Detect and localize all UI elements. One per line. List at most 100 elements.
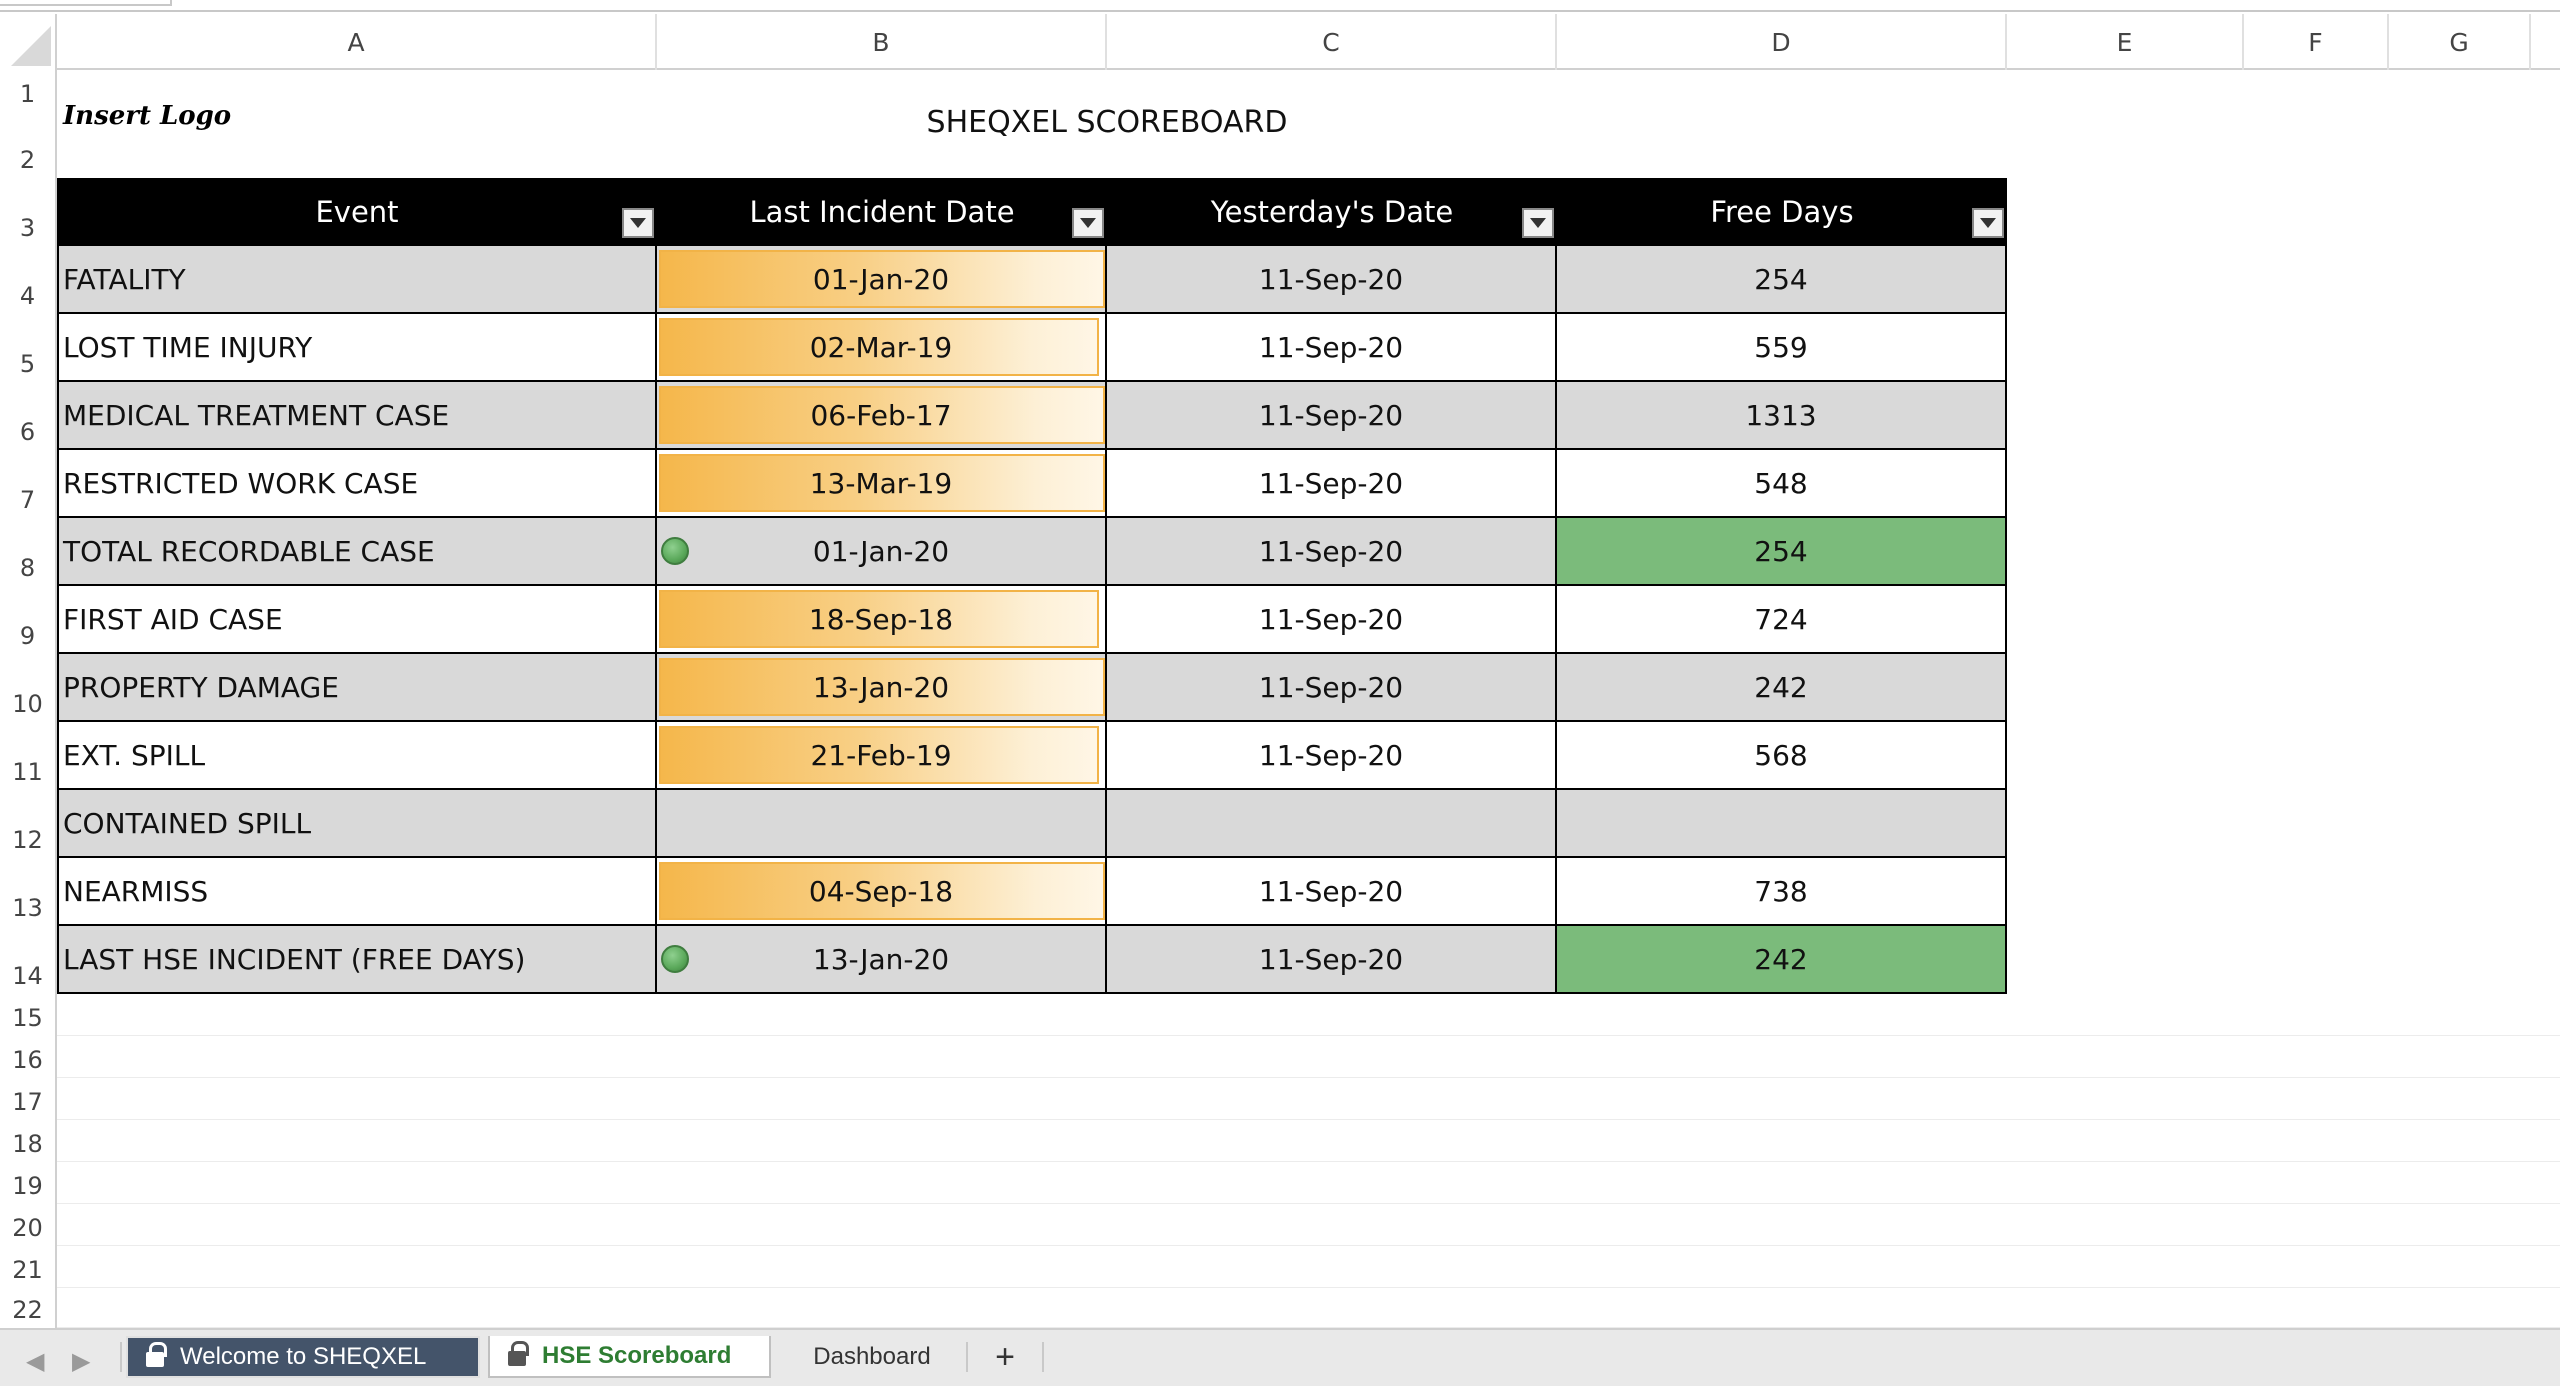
yesterdays-date-cell[interactable]: 11-Sep-20 bbox=[1107, 858, 1557, 924]
row-header[interactable]: 14 bbox=[0, 926, 57, 994]
yesterdays-date-cell[interactable]: 11-Sep-20 bbox=[1107, 722, 1557, 788]
last-incident-date-cell[interactable]: 13-Jan-20 bbox=[657, 654, 1107, 720]
last-incident-date-cell[interactable]: 13-Jan-20 bbox=[657, 926, 1107, 992]
event-cell[interactable]: MEDICAL TREATMENT CASE bbox=[57, 382, 657, 448]
event-cell[interactable]: EXT. SPILL bbox=[57, 722, 657, 788]
column-header-d[interactable]: D bbox=[1557, 14, 2007, 70]
yesterdays-date-cell[interactable]: 11-Sep-20 bbox=[1107, 314, 1557, 380]
filter-dropdown-icon[interactable] bbox=[1072, 208, 1104, 238]
last-incident-date-cell[interactable] bbox=[657, 790, 1107, 856]
row-header[interactable]: 16 bbox=[0, 1036, 57, 1078]
row-header[interactable]: 22 bbox=[0, 1288, 57, 1328]
row-header[interactable]: 12 bbox=[0, 790, 57, 858]
row-header[interactable]: 21 bbox=[0, 1246, 57, 1288]
free-days-cell[interactable]: 242 bbox=[1557, 926, 2007, 992]
last-incident-date-cell[interactable]: 18-Sep-18 bbox=[657, 586, 1107, 652]
row-header[interactable]: 4 bbox=[0, 246, 57, 314]
event-cell[interactable]: NEARMISS bbox=[57, 858, 657, 924]
last-incident-date-cell[interactable]: 01-Jan-20 bbox=[657, 246, 1107, 312]
yesterdays-date-cell[interactable]: 11-Sep-20 bbox=[1107, 926, 1557, 992]
row-header[interactable]: 3 bbox=[0, 178, 57, 246]
free-days-cell[interactable]: 242 bbox=[1557, 654, 2007, 720]
lock-icon bbox=[508, 1341, 529, 1367]
last-incident-date-value: 13-Jan-20 bbox=[812, 942, 950, 976]
table-row: PROPERTY DAMAGE 13-Jan-20 11-Sep-20 242 bbox=[57, 654, 2007, 722]
last-incident-date-value: 13-Jan-20 bbox=[812, 670, 950, 704]
free-days-cell[interactable]: 724 bbox=[1557, 586, 2007, 652]
yesterdays-date-cell[interactable]: 11-Sep-20 bbox=[1107, 382, 1557, 448]
free-days-cell[interactable]: 1313 bbox=[1557, 382, 2007, 448]
event-cell[interactable]: LOST TIME INJURY bbox=[57, 314, 657, 380]
filter-dropdown-icon[interactable] bbox=[1522, 208, 1554, 238]
row-header[interactable]: 7 bbox=[0, 450, 57, 518]
row-header[interactable]: 2 bbox=[0, 112, 57, 178]
free-days-cell[interactable]: 559 bbox=[1557, 314, 2007, 380]
column-header-g[interactable]: G bbox=[2389, 14, 2531, 70]
last-incident-date-value: 01-Jan-20 bbox=[812, 262, 950, 296]
tab-hse-scoreboard[interactable]: HSE Scoreboard bbox=[488, 1336, 771, 1378]
lock-icon bbox=[146, 1342, 167, 1368]
row-header[interactable]: 11 bbox=[0, 722, 57, 790]
row-header[interactable]: 5 bbox=[0, 314, 57, 382]
last-incident-date-value: 02-Mar-19 bbox=[809, 330, 953, 364]
table-row: CONTAINED SPILL bbox=[57, 790, 2007, 858]
event-cell[interactable]: LAST HSE INCIDENT (FREE DAYS) bbox=[57, 926, 657, 992]
tab-welcome-to-sheqxel[interactable]: Welcome to SHEQXEL bbox=[126, 1336, 480, 1378]
last-incident-date-value: 06-Feb-17 bbox=[810, 398, 952, 432]
column-header-f[interactable]: F bbox=[2244, 14, 2389, 70]
row-header[interactable]: 10 bbox=[0, 654, 57, 722]
row-header[interactable]: 6 bbox=[0, 382, 57, 450]
scroll-left-icon[interactable]: ◀ bbox=[26, 1347, 44, 1375]
free-days-cell[interactable]: 254 bbox=[1557, 246, 2007, 312]
yesterdays-date-cell[interactable]: 11-Sep-20 bbox=[1107, 246, 1557, 312]
last-incident-date-cell[interactable]: 04-Sep-18 bbox=[657, 858, 1107, 924]
table-header-row: Event Last Incident Date Yesterday's Dat… bbox=[57, 178, 2007, 246]
filter-dropdown-icon[interactable] bbox=[1972, 208, 2004, 238]
green-status-icon bbox=[661, 537, 689, 565]
free-days-cell[interactable]: 548 bbox=[1557, 450, 2007, 516]
page-title: SHEQXEL SCOREBOARD bbox=[926, 105, 1288, 140]
table-row: EXT. SPILL 21-Feb-19 11-Sep-20 568 bbox=[57, 722, 2007, 790]
logo-placeholder: Insert Logo bbox=[63, 101, 232, 131]
row-header[interactable]: 13 bbox=[0, 858, 57, 926]
last-incident-date-cell[interactable]: 21-Feb-19 bbox=[657, 722, 1107, 788]
yesterdays-date-cell[interactable]: 11-Sep-20 bbox=[1107, 518, 1557, 584]
column-header-b[interactable]: B bbox=[657, 14, 1107, 70]
event-cell[interactable]: FATALITY bbox=[57, 246, 657, 312]
yesterdays-date-cell[interactable]: 11-Sep-20 bbox=[1107, 450, 1557, 516]
add-sheet-icon[interactable]: + bbox=[970, 1336, 1040, 1378]
event-cell[interactable]: RESTRICTED WORK CASE bbox=[57, 450, 657, 516]
free-days-cell[interactable]: 568 bbox=[1557, 722, 2007, 788]
row-header[interactable]: 19 bbox=[0, 1162, 57, 1204]
row-header[interactable]: 20 bbox=[0, 1204, 57, 1246]
row-header[interactable]: 18 bbox=[0, 1120, 57, 1162]
tab-dashboard[interactable]: Dashboard bbox=[780, 1336, 964, 1378]
last-incident-date-cell[interactable]: 02-Mar-19 bbox=[657, 314, 1107, 380]
event-cell[interactable]: FIRST AID CASE bbox=[57, 586, 657, 652]
event-cell[interactable]: TOTAL RECORDABLE CASE bbox=[57, 518, 657, 584]
event-cell[interactable]: CONTAINED SPILL bbox=[57, 790, 657, 856]
row-header[interactable]: 1 bbox=[0, 70, 57, 112]
column-header-e[interactable]: E bbox=[2007, 14, 2244, 70]
last-incident-date-cell[interactable]: 06-Feb-17 bbox=[657, 382, 1107, 448]
yesterdays-date-cell[interactable]: 11-Sep-20 bbox=[1107, 654, 1557, 720]
scroll-right-icon[interactable]: ▶ bbox=[72, 1347, 90, 1375]
row-header[interactable]: 9 bbox=[0, 586, 57, 654]
yesterdays-date-cell[interactable]: 11-Sep-20 bbox=[1107, 586, 1557, 652]
last-incident-date-cell[interactable]: 13-Mar-19 bbox=[657, 450, 1107, 516]
column-header-a[interactable]: A bbox=[57, 14, 657, 70]
free-days-cell[interactable]: 738 bbox=[1557, 858, 2007, 924]
select-all-corner[interactable] bbox=[0, 14, 57, 70]
filter-dropdown-icon[interactable] bbox=[622, 208, 654, 238]
free-days-cell[interactable] bbox=[1557, 790, 2007, 856]
table-row: LAST HSE INCIDENT (FREE DAYS) 13-Jan-20 11… bbox=[57, 926, 2007, 994]
free-days-cell[interactable]: 254 bbox=[1557, 518, 2007, 584]
column-header-c[interactable]: C bbox=[1107, 14, 1557, 70]
last-incident-date-value: 04-Sep-18 bbox=[808, 874, 954, 908]
row-header[interactable]: 15 bbox=[0, 994, 57, 1036]
row-header[interactable]: 17 bbox=[0, 1078, 57, 1120]
last-incident-date-cell[interactable]: 01-Jan-20 bbox=[657, 518, 1107, 584]
event-cell[interactable]: PROPERTY DAMAGE bbox=[57, 654, 657, 720]
yesterdays-date-cell[interactable] bbox=[1107, 790, 1557, 856]
row-header[interactable]: 8 bbox=[0, 518, 57, 586]
